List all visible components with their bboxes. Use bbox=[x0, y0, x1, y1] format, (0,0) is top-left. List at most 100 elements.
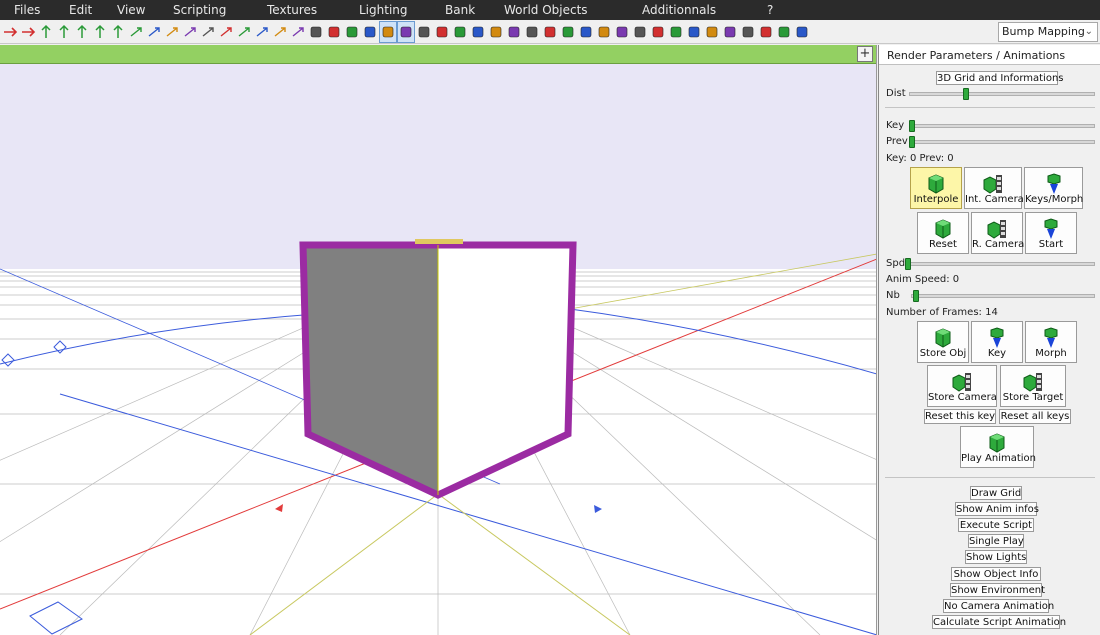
play-icon[interactable] bbox=[560, 22, 576, 42]
menu-files[interactable]: Files bbox=[14, 3, 40, 17]
menu-additionnals[interactable]: Additionnals bbox=[642, 3, 716, 17]
move-z-icon[interactable] bbox=[110, 22, 126, 42]
move-down-icon[interactable] bbox=[56, 22, 72, 42]
rotate-y-icon[interactable] bbox=[146, 22, 162, 42]
record-icon[interactable] bbox=[542, 22, 558, 42]
reset-this-key-button[interactable]: Reset this key bbox=[924, 409, 996, 424]
r-camera-button[interactable]: R. Camera bbox=[971, 212, 1024, 254]
divider bbox=[885, 477, 1095, 478]
single-play-button[interactable]: Single Play bbox=[968, 534, 1024, 548]
store-obj-button[interactable]: Store Obj bbox=[917, 321, 969, 363]
speed-slider[interactable] bbox=[905, 258, 1095, 270]
mesh-icon[interactable] bbox=[596, 22, 612, 42]
frame-icon[interactable] bbox=[740, 22, 756, 42]
pyramid-icon[interactable] bbox=[452, 22, 468, 42]
menu-bank[interactable]: Bank bbox=[445, 3, 475, 17]
twist-icon[interactable] bbox=[326, 22, 342, 42]
menu-edit[interactable]: Edit bbox=[69, 3, 92, 17]
frames-slider[interactable] bbox=[911, 290, 1095, 302]
scale-z-icon[interactable] bbox=[218, 22, 234, 42]
store-target-button[interactable]: Store Target bbox=[1000, 365, 1066, 407]
sky bbox=[0, 64, 876, 269]
divider bbox=[885, 107, 1095, 108]
show-object-info-button[interactable]: Show Object Info bbox=[951, 567, 1041, 581]
skew-z-icon[interactable] bbox=[290, 22, 306, 42]
frames-slider-track bbox=[911, 294, 1095, 298]
key-button[interactable]: Key bbox=[971, 321, 1023, 363]
light-bulb-icon[interactable] bbox=[470, 22, 486, 42]
arrow-left-icon[interactable] bbox=[2, 22, 18, 42]
no-camera-animation-button[interactable]: No Camera Animation bbox=[943, 599, 1054, 613]
clone-icon[interactable] bbox=[650, 22, 666, 42]
viewport-3d[interactable]: + bbox=[0, 45, 877, 635]
int-camera-button[interactable]: Int. Camera bbox=[964, 167, 1024, 209]
reset-all-keys-button[interactable]: Reset all keys bbox=[999, 409, 1071, 424]
camera-icon[interactable] bbox=[506, 22, 522, 42]
menu-help[interactable]: ? bbox=[767, 3, 773, 17]
key-slider-thumb[interactable] bbox=[909, 120, 915, 132]
interpole-button[interactable]: Interpole bbox=[910, 167, 962, 209]
key-slider[interactable] bbox=[909, 120, 1095, 132]
spotlight-icon[interactable] bbox=[488, 22, 504, 42]
keys-morph-button[interactable]: Keys/Morph bbox=[1024, 167, 1083, 209]
scale-y-icon[interactable] bbox=[200, 22, 216, 42]
show-lights-button[interactable]: Show Lights bbox=[965, 550, 1027, 564]
menu-scripting[interactable]: Scripting bbox=[173, 3, 226, 17]
rotate-x-icon[interactable] bbox=[128, 22, 144, 42]
calculate-script-animation-button[interactable]: Calculate Script Animation bbox=[932, 615, 1066, 629]
render-mode-select[interactable]: Bump Mapping ⌄ bbox=[998, 22, 1098, 42]
play-animation-button[interactable]: Play Animation bbox=[960, 426, 1036, 468]
scale-all-icon[interactable] bbox=[236, 22, 252, 42]
sphere-icon[interactable] bbox=[614, 22, 630, 42]
prev-slider-thumb[interactable] bbox=[909, 136, 915, 148]
menu-textures[interactable]: Textures bbox=[267, 3, 317, 17]
skew-x-icon[interactable] bbox=[254, 22, 270, 42]
taper-icon[interactable] bbox=[344, 22, 360, 42]
move-x-icon[interactable] bbox=[74, 22, 90, 42]
bulb-icon[interactable] bbox=[524, 22, 540, 42]
stop-icon[interactable] bbox=[758, 22, 774, 42]
ball-icon[interactable] bbox=[794, 22, 810, 42]
move-up-icon[interactable] bbox=[38, 22, 54, 42]
morph-button[interactable]: Morph bbox=[1025, 321, 1077, 363]
grid-info-button[interactable]: 3D Grid and Informations bbox=[936, 71, 1064, 85]
bend-icon[interactable] bbox=[308, 22, 324, 42]
dist-slider-thumb[interactable] bbox=[963, 88, 969, 100]
cube-icon[interactable] bbox=[416, 22, 432, 42]
scale-x-icon[interactable] bbox=[182, 22, 198, 42]
menu-view[interactable]: View bbox=[117, 3, 145, 17]
arrow-right-icon[interactable] bbox=[20, 22, 36, 42]
store-camera-button[interactable]: Store Camera bbox=[927, 365, 997, 407]
bitmap-icon[interactable] bbox=[668, 22, 684, 42]
scene-canvas[interactable] bbox=[0, 64, 877, 635]
dist-label: Dist bbox=[886, 88, 906, 99]
menu-world-objects[interactable]: World Objects bbox=[504, 3, 588, 17]
select-icon[interactable] bbox=[379, 21, 397, 43]
dist-slider[interactable] bbox=[909, 88, 1095, 100]
menu-lighting[interactable]: Lighting bbox=[359, 3, 408, 17]
cone-icon[interactable] bbox=[434, 22, 450, 42]
move-y-icon[interactable] bbox=[92, 22, 108, 42]
extrude-icon[interactable] bbox=[362, 22, 378, 42]
prev-slider[interactable] bbox=[909, 136, 1095, 148]
bottle-icon[interactable] bbox=[704, 22, 720, 42]
speed-slider-thumb[interactable] bbox=[905, 258, 911, 270]
object-icon[interactable] bbox=[578, 22, 594, 42]
show-environment-button[interactable]: Show Environment bbox=[950, 583, 1045, 597]
texture-icon[interactable] bbox=[686, 22, 702, 42]
execute-script-button[interactable]: Execute Script bbox=[958, 518, 1034, 532]
warning-icon[interactable] bbox=[776, 22, 792, 42]
gear-icon[interactable] bbox=[722, 22, 738, 42]
spd-label: Spd bbox=[886, 258, 906, 269]
speed-slider-track bbox=[905, 262, 1095, 266]
draw-grid-button[interactable]: Draw Grid bbox=[970, 486, 1022, 500]
rotate-z-icon[interactable] bbox=[164, 22, 180, 42]
plus-icon[interactable]: + bbox=[857, 46, 873, 62]
frames-slider-thumb[interactable] bbox=[913, 290, 919, 302]
teapot-icon[interactable] bbox=[632, 22, 648, 42]
start-button[interactable]: Start bbox=[1025, 212, 1077, 254]
reset-button[interactable]: Reset bbox=[917, 212, 969, 254]
select-box-icon[interactable] bbox=[397, 21, 415, 43]
skew-y-icon[interactable] bbox=[272, 22, 288, 42]
show-anim-infos-button[interactable]: Show Anim infos bbox=[955, 502, 1039, 516]
